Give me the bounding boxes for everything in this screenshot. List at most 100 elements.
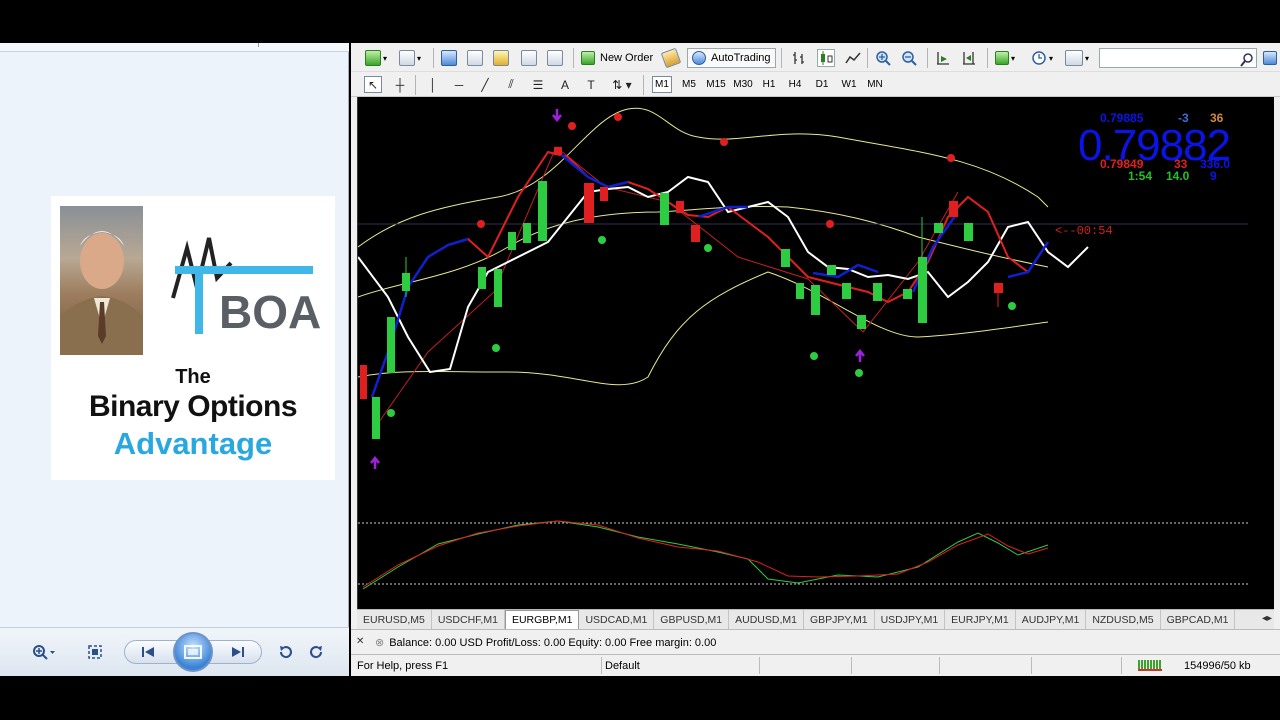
tab-audjpy-m1[interactable]: AUDJPY,M1 (1016, 610, 1087, 629)
timeframe-m15[interactable]: M15 (704, 76, 728, 93)
ma-signal (371, 150, 1049, 398)
tab-usdcad-m1[interactable]: USDCAD,M1 (579, 610, 655, 629)
status-traffic: 154996/50 kb (1184, 660, 1251, 672)
signal-arrows (370, 109, 865, 469)
tab-eurjpy-m1[interactable]: EURJPY,M1 (945, 610, 1016, 629)
line-chart-icon[interactable] (845, 49, 861, 67)
tab-eurusd-m5[interactable]: EURUSD,M5 (357, 610, 432, 629)
bollinger-middle (358, 205, 1049, 298)
zoom-icon[interactable] (28, 641, 58, 663)
terminal-icon[interactable] (521, 49, 537, 67)
search-input[interactable] (1099, 48, 1257, 68)
fit-window-icon[interactable] (84, 641, 106, 663)
chart-tabs: EURUSD,M5 USDCHF,M1 EURGBP,M1 USDCAD,M1 … (357, 609, 1274, 629)
text-label-icon[interactable]: T (582, 76, 600, 93)
timeframe-h4[interactable]: H4 (785, 76, 805, 93)
rotate-left-icon[interactable] (274, 641, 296, 663)
timeframe-d1[interactable]: D1 (812, 76, 832, 93)
price-chart[interactable]: 0.79885 -3 36 0.79882 0.79849 33 336.0 1… (357, 97, 1274, 609)
timeframe-m1[interactable]: M1 (652, 76, 672, 93)
viewer-title-strip (0, 43, 349, 52)
market-watch-icon[interactable] (441, 49, 457, 67)
tab-gbpcad-m1[interactable]: GBPCAD,M1 (1161, 610, 1236, 629)
metatrader-window: ▾ ▾ New Order AutoTrading ▾ ▾ ▾ ↖ ┼ │ ─ … (351, 43, 1280, 676)
toolbar-separator (433, 48, 434, 68)
balance-text: Balance: 0.00 USD Profit/Loss: 0.00 Equi… (389, 637, 717, 649)
data-window-icon[interactable] (493, 49, 509, 67)
tab-gbpusd-m1[interactable]: GBPUSD,M1 (654, 610, 730, 629)
quote-value-5: 9 (1210, 169, 1217, 183)
account-icon: ⊗ (375, 637, 385, 649)
close-icon[interactable]: ✕ (356, 636, 364, 647)
stochastic-main (362, 520, 1049, 590)
timeframe-m30[interactable]: M30 (731, 76, 755, 93)
search-icon[interactable] (1240, 51, 1254, 69)
indicators-icon[interactable]: ▾ (995, 49, 1015, 67)
brand-title-advantage: Advantage (113, 426, 273, 461)
community-icon[interactable] (1263, 49, 1277, 67)
templates-icon[interactable]: ▾ (1065, 49, 1089, 67)
periods-icon[interactable]: ▾ (1031, 49, 1053, 67)
timeframe-w1[interactable]: W1 (838, 76, 860, 93)
crosshair-icon[interactable]: ┼ (391, 76, 409, 93)
fibonacci-icon[interactable]: ☰ (529, 76, 547, 93)
cursor-icon[interactable]: ↖ (364, 76, 382, 93)
ma-signal-blue-4 (812, 263, 879, 279)
auto-scroll-icon[interactable] (935, 49, 951, 67)
channel-icon[interactable]: ⫽ (502, 76, 520, 93)
profiles-icon[interactable]: ▾ (399, 49, 421, 67)
autotrading-label: AutoTrading (711, 52, 771, 64)
tick-mark (258, 43, 259, 47)
slideshow-icon[interactable] (173, 632, 213, 672)
navigator-icon[interactable] (467, 49, 483, 67)
tab-gbpjpy-m1[interactable]: GBPJPY,M1 (804, 610, 875, 629)
next-icon[interactable] (226, 641, 250, 663)
viewer-toolbar (0, 627, 349, 676)
text-icon[interactable]: A (556, 76, 574, 93)
vertical-line-icon[interactable]: │ (424, 76, 442, 93)
bar-chart-icon[interactable] (791, 49, 807, 67)
timeframe-mn[interactable]: MN (864, 76, 886, 93)
zoom-in-icon[interactable] (875, 49, 891, 67)
new-order-label: New Order (600, 52, 654, 64)
tab-audusd-m1[interactable]: AUDUSD,M1 (729, 610, 804, 629)
strategy-tester-icon[interactable] (547, 49, 563, 67)
zoom-out-icon[interactable] (901, 49, 917, 67)
previous-icon[interactable] (136, 641, 160, 663)
chart-shift-icon[interactable] (961, 49, 977, 67)
tab-usdjpy-m1[interactable]: USDJPY,M1 (875, 610, 946, 629)
boa-logo: BOA (159, 208, 329, 338)
toolbar-separator (781, 48, 782, 68)
tab-usdchf-m1[interactable]: USDCHF,M1 (432, 610, 505, 629)
timeframe-h1[interactable]: H1 (759, 76, 779, 93)
candlestick-icon[interactable] (817, 49, 835, 67)
terminal-panel: ✕ ⊗ Balance: 0.00 USD Profit/Loss: 0.00 E… (351, 629, 1280, 655)
arrows-icon[interactable]: ⇅ ▾ (609, 76, 635, 93)
candles (360, 147, 1003, 439)
presenter-photo (60, 206, 143, 355)
stochastic-signal (362, 520, 1049, 588)
new-order-button[interactable]: New Order (581, 49, 653, 67)
horizontal-line-icon[interactable]: ─ (450, 76, 468, 93)
status-divider (851, 657, 852, 674)
trendline-icon[interactable]: ╱ (476, 76, 494, 93)
timeframe-m5[interactable]: M5 (678, 76, 700, 93)
toolbar-separator (415, 75, 416, 95)
autotrading-button[interactable]: AutoTrading (687, 48, 776, 68)
status-divider (601, 657, 602, 674)
tab-scroll-arrows[interactable]: ◂▸ (1260, 610, 1274, 627)
brand-title-the: The (175, 366, 211, 388)
status-profile[interactable]: Default (605, 658, 640, 674)
screen: BOA The Binary Options Advantage ▾ ▾ New… (0, 0, 1280, 720)
tab-nzdusd-m5[interactable]: NZDUSD,M5 (1086, 610, 1161, 629)
new-chart-icon[interactable]: ▾ (365, 49, 387, 67)
main-toolbar: ▾ ▾ New Order AutoTrading ▾ ▾ ▾ (351, 43, 1280, 72)
status-help: For Help, press F1 (357, 660, 449, 672)
zigzag-red (371, 146, 959, 433)
presenter-silhouette (60, 231, 143, 355)
rotate-right-icon[interactable] (306, 641, 328, 663)
metaeditor-icon[interactable] (660, 47, 682, 69)
tab-eurgbp-m1[interactable]: EURGBP,M1 (504, 610, 580, 629)
status-bar: For Help, press F1 Default 154996/50 kb (351, 655, 1280, 676)
brand-card-image: BOA The Binary Options Advantage (51, 196, 335, 480)
